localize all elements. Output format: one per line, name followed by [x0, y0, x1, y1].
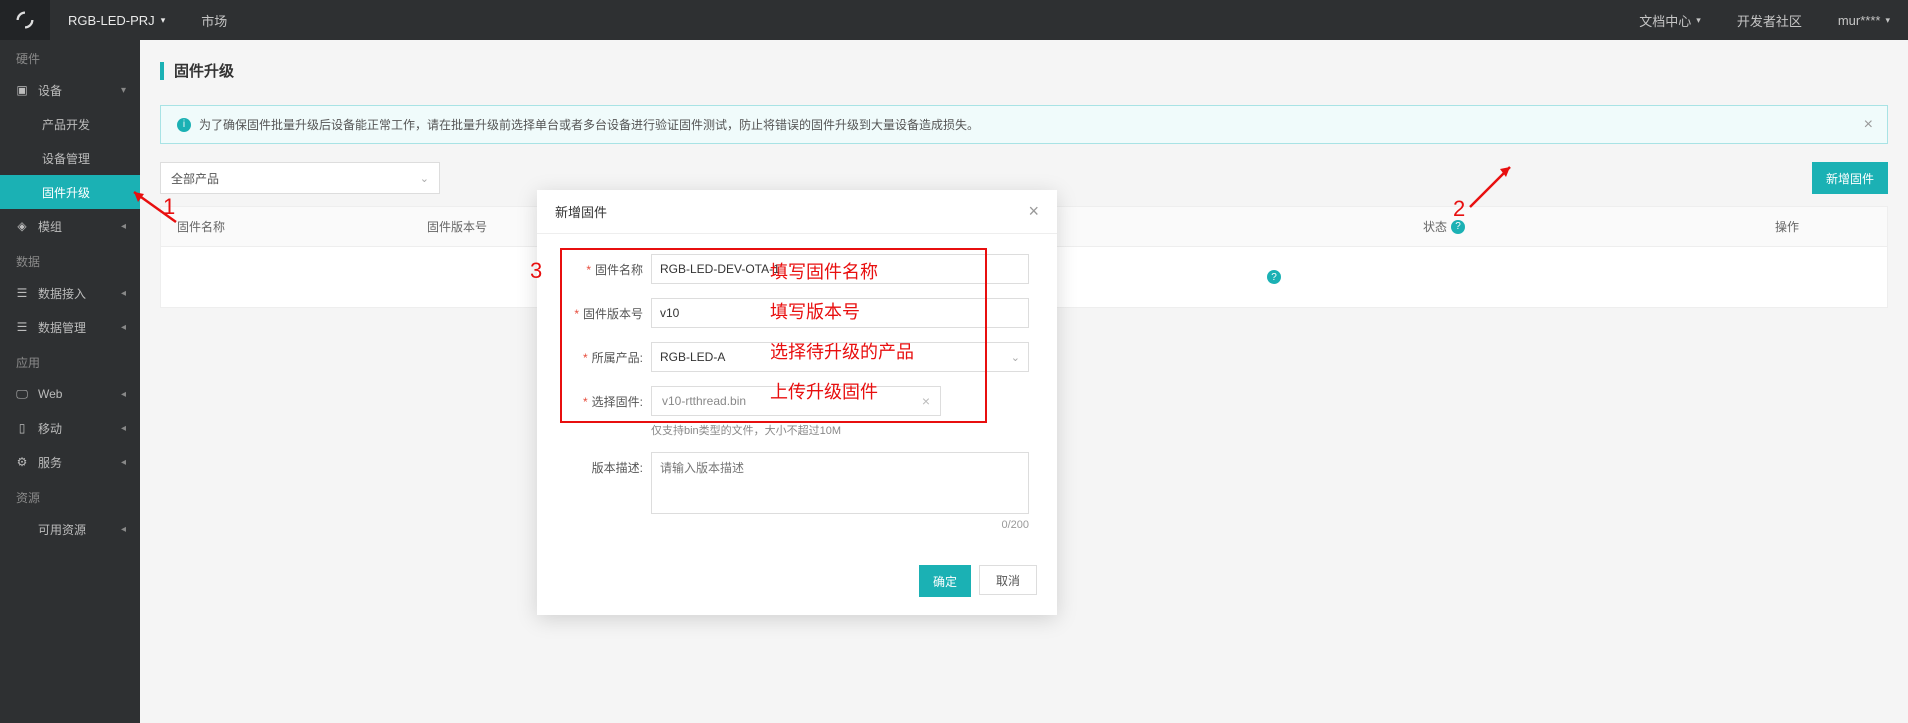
puzzle-icon: ⚙ [14, 455, 30, 469]
th-action: 操作 [1687, 218, 1887, 235]
sidebar-item-data-access[interactable]: ☰数据接入 ◂ [0, 276, 140, 310]
chevron-down-icon: ▾ [1885, 15, 1890, 26]
chevron-left-icon: ◂ [121, 457, 126, 468]
sidebar-item-service[interactable]: ⚙服务 ◂ [0, 445, 140, 479]
help-icon[interactable]: ? [1267, 270, 1281, 284]
label-firmware-version: *固件版本号 [565, 298, 643, 322]
chevron-down-icon: ⌄ [420, 172, 429, 185]
monitor-icon: 🖵 [14, 387, 30, 402]
chevron-down-icon: ▾ [121, 85, 126, 96]
page-title: 固件升级 [174, 60, 234, 81]
chevron-left-icon: ◂ [121, 389, 126, 400]
info-banner: i 为了确保固件批量升级后设备能正常工作，请在批量升级前选择单台或者多台设备进行… [160, 105, 1888, 144]
chevron-left-icon: ◂ [121, 322, 126, 333]
cancel-button[interactable]: 取消 [979, 565, 1037, 595]
file-upload-box[interactable]: v10-rtthread.bin × [651, 386, 941, 416]
modal-footer: 确定 取消 [537, 553, 1057, 615]
sidebar-item-available-resource[interactable]: 可用资源 ◂ [0, 512, 140, 546]
sidebar-section-resource: 资源 [0, 479, 140, 512]
product-filter-select[interactable]: 全部产品 ⌄ [160, 162, 440, 194]
chevron-down-icon: ⌄ [1011, 351, 1020, 364]
file-remove-icon[interactable]: × [922, 393, 930, 409]
label-file: *选择固件: [565, 386, 643, 410]
page-title-bar: 固件升级 [160, 60, 1888, 81]
nav-doc-center[interactable]: 文档中心 ▾ [1621, 0, 1719, 40]
file-name: v10-rtthread.bin [662, 394, 746, 408]
label-firmware-name: *固件名称 [565, 254, 643, 278]
project-name: RGB-LED-PRJ [68, 13, 155, 28]
label-desc: 版本描述: [565, 452, 643, 476]
sidebar-item-data-mgmt[interactable]: ☰数据管理 ◂ [0, 310, 140, 344]
sidebar-item-firmware-upgrade[interactable]: 固件升级 [0, 175, 140, 209]
chevron-down-icon: ▾ [1696, 15, 1701, 26]
label-product: *所属产品: [565, 342, 643, 366]
modal-header: 新增固件 × [537, 190, 1057, 234]
product-select[interactable]: RGB-LED-A ⌄ [651, 342, 1029, 372]
desc-textarea[interactable] [651, 452, 1029, 514]
info-icon: i [177, 118, 191, 132]
confirm-button[interactable]: 确定 [919, 565, 971, 597]
firmware-version-input[interactable] [651, 298, 1029, 328]
chevron-down-icon: ▾ [161, 15, 166, 26]
topbar: RGB-LED-PRJ ▾ 市场 文档中心 ▾ 开发者社区 mur**** ▾ [0, 0, 1908, 40]
char-count: 0/200 [651, 519, 1029, 531]
banner-close[interactable]: × [1864, 116, 1873, 134]
chevron-left-icon: ◂ [121, 288, 126, 299]
nav-dev-community[interactable]: 开发者社区 [1719, 0, 1820, 40]
th-name: 固件名称 [161, 218, 411, 235]
cube-icon: ◈ [14, 219, 30, 233]
sidebar-item-web[interactable]: 🖵Web ◂ [0, 377, 140, 411]
new-firmware-modal: 新增固件 × *固件名称 *固件版本号 *所属产品: RGB-LED-A ⌄ *… [537, 190, 1057, 615]
modal-title: 新增固件 [555, 202, 607, 221]
modal-close[interactable]: × [1028, 201, 1039, 222]
banner-text: 为了确保固件批量升级后设备能正常工作，请在批量升级前选择单台或者多台设备进行验证… [199, 116, 979, 133]
sidebar-item-mobile[interactable]: ▯移动 ◂ [0, 411, 140, 445]
th-status: 状态 ? [1407, 218, 1687, 235]
sidebar-item-product-dev[interactable]: 产品开发 [0, 107, 140, 141]
sidebar-item-device[interactable]: ▣设备 ▾ [0, 73, 140, 107]
project-selector[interactable]: RGB-LED-PRJ ▾ [50, 0, 183, 40]
sidebar-section-hardware: 硬件 [0, 40, 140, 73]
sidebar-item-device-mgmt[interactable]: 设备管理 [0, 141, 140, 175]
nav-market[interactable]: 市场 [183, 0, 245, 40]
firmware-name-input[interactable] [651, 254, 1029, 284]
chevron-left-icon: ◂ [121, 524, 126, 535]
chevron-left-icon: ◂ [121, 423, 126, 434]
sidebar-section-app: 应用 [0, 344, 140, 377]
sidebar-item-module[interactable]: ◈模组 ◂ [0, 209, 140, 243]
sidebar: 硬件 ▣设备 ▾ 产品开发 设备管理 固件升级 ◈模组 ◂ 数据 ☰数据接入 ◂… [0, 40, 140, 723]
new-firmware-button[interactable]: 新增固件 [1812, 162, 1888, 194]
phone-icon: ▯ [14, 421, 30, 435]
chevron-left-icon: ◂ [121, 221, 126, 232]
sidebar-section-data: 数据 [0, 243, 140, 276]
logo[interactable] [0, 0, 50, 40]
list-icon: ☰ [14, 320, 30, 334]
list-icon: ☰ [14, 286, 30, 300]
help-icon[interactable]: ? [1451, 220, 1465, 234]
device-icon: ▣ [14, 83, 30, 97]
file-hint: 仅支持bin类型的文件，大小不超过10M [651, 422, 1029, 438]
user-menu[interactable]: mur**** ▾ [1820, 0, 1908, 40]
